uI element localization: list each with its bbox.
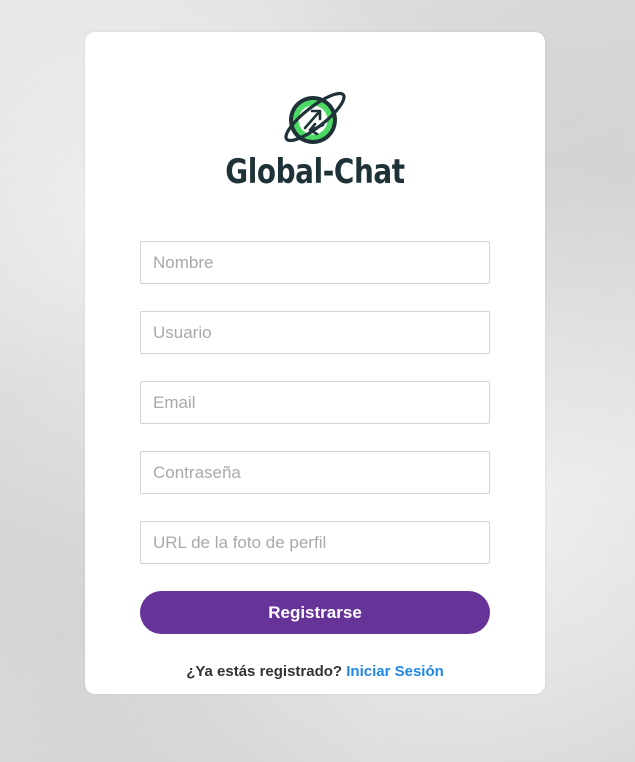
email-field[interactable] [140,381,490,424]
register-button[interactable]: Registrarse [140,591,490,634]
login-prompt-text: ¿Ya estás registrado? [186,663,343,680]
usuario-field[interactable] [140,311,490,354]
brand-logo: Global-Chat [85,90,545,192]
nombre-field[interactable] [140,241,490,284]
brand-name: Global-Chat [225,152,405,192]
password-field[interactable] [140,451,490,494]
login-link[interactable]: Iniciar Sesión [346,663,444,680]
globe-arrows-icon [284,91,346,144]
register-form: Registrarse [140,241,490,634]
photo-url-field[interactable] [140,521,490,564]
register-card: Global-Chat Registrarse ¿Ya estás regist… [85,32,545,694]
login-prompt: ¿Ya estás registrado? Iniciar Sesión [85,663,545,680]
